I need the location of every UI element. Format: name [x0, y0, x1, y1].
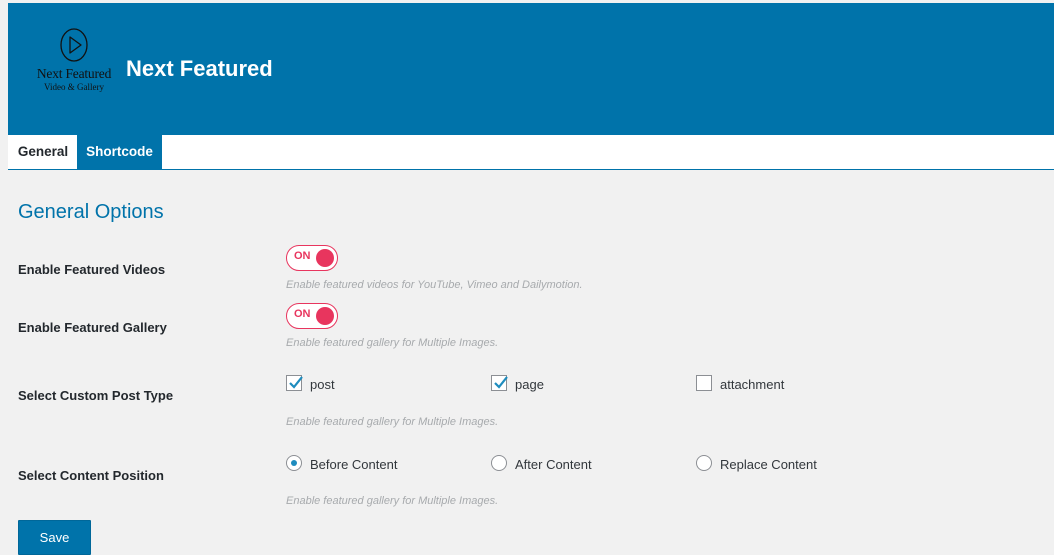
option-label: post [310, 377, 335, 392]
toggle-knob [316, 249, 334, 267]
option-label: Before Content [310, 457, 398, 472]
toggle-state-text: ON [294, 308, 311, 320]
content-position-label: Select Content Position [18, 468, 164, 483]
logo-tagline: Video & Gallery [44, 82, 104, 92]
content-position-option-after[interactable]: After Content [491, 454, 611, 472]
featured-gallery-hint: Enable featured gallery for Multiple Ima… [286, 337, 499, 349]
content-position-option-replace[interactable]: Replace Content [696, 454, 836, 472]
featured-gallery-label: Enable Featured Gallery [18, 320, 167, 335]
header-banner: Next Featured Video & Gallery Next Featu… [8, 3, 1054, 135]
radio-after-content[interactable] [491, 455, 507, 471]
checkmark-icon [289, 376, 303, 389]
featured-videos-hint: Enable featured videos for YouTube, Vime… [286, 279, 583, 291]
option-label: Replace Content [720, 457, 817, 472]
tab-bar: General Shortcode [8, 135, 1054, 170]
post-type-option-post[interactable]: post [286, 374, 376, 392]
checkmark-icon [494, 376, 508, 389]
toggle-state-text: ON [294, 250, 311, 262]
app-title: Next Featured [126, 56, 273, 81]
plugin-settings-page: Next Featured Video & Gallery Next Featu… [8, 3, 1054, 555]
toggle-knob [316, 307, 334, 325]
content-position-option-before[interactable]: Before Content [286, 454, 416, 472]
option-label: attachment [720, 377, 785, 392]
post-type-label: Select Custom Post Type [18, 388, 174, 403]
content-position-hint: Enable featured gallery for Multiple Ima… [286, 495, 499, 507]
save-button[interactable]: Save [18, 520, 91, 555]
logo-name: Next Featured [36, 66, 112, 81]
option-label: page [515, 377, 544, 392]
post-type-option-page[interactable]: page [491, 374, 581, 392]
logo: Next Featured Video & Gallery [24, 25, 124, 105]
radio-selected-dot [291, 460, 297, 466]
post-type-option-attachment[interactable]: attachment [696, 374, 806, 392]
checkbox-attachment[interactable] [696, 375, 712, 391]
option-label: After Content [515, 457, 592, 472]
featured-videos-label: Enable Featured Videos [18, 262, 166, 277]
featured-videos-toggle[interactable]: ON [286, 245, 338, 271]
radio-before-content[interactable] [286, 455, 302, 471]
tab-shortcode[interactable]: Shortcode [77, 135, 162, 169]
featured-gallery-toggle[interactable]: ON [286, 303, 338, 329]
section-title: General Options [18, 201, 164, 223]
tab-general[interactable]: General [10, 135, 76, 169]
play-circle-icon [60, 28, 88, 62]
checkbox-post[interactable] [286, 375, 303, 391]
radio-replace-content[interactable] [696, 455, 712, 471]
checkbox-page[interactable] [491, 375, 508, 391]
post-type-hint: Enable featured gallery for Multiple Ima… [286, 416, 499, 428]
